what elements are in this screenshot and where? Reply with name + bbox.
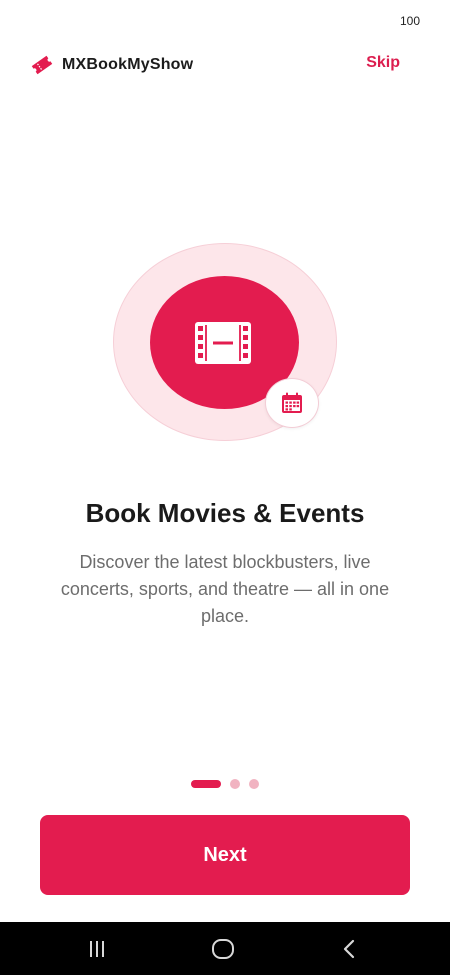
brand-name: MXBookMyShow [62, 56, 194, 73]
calendar-badge [265, 378, 319, 428]
calendar-icon [280, 391, 304, 415]
home-icon[interactable] [208, 936, 238, 962]
page-dot-active [191, 780, 221, 788]
film-icon [194, 321, 252, 365]
onboarding-description: Discover the latest blockbusters, live c… [60, 552, 390, 626]
hero-illustration [113, 243, 337, 441]
page-dot [230, 779, 240, 789]
recent-apps-icon[interactable] [82, 936, 112, 962]
onboarding-screen: 100 MXBookMyShow Skip Book Movies & Even… [0, 0, 450, 975]
skip-button[interactable]: Skip [366, 54, 400, 72]
onboarding-title: Book Movies & Events [85, 498, 365, 528]
battery-level: 100 [399, 14, 420, 28]
brand: MXBookMyShow [30, 53, 193, 77]
header: MXBookMyShow Skip [0, 48, 450, 82]
page-indicator [0, 779, 450, 789]
system-nav-bar [0, 922, 450, 975]
page-dot [249, 779, 259, 789]
status-bar: 100 [0, 0, 450, 40]
next-button[interactable]: Next [40, 815, 410, 895]
ticket-icon [30, 53, 54, 77]
back-icon[interactable] [335, 936, 365, 962]
